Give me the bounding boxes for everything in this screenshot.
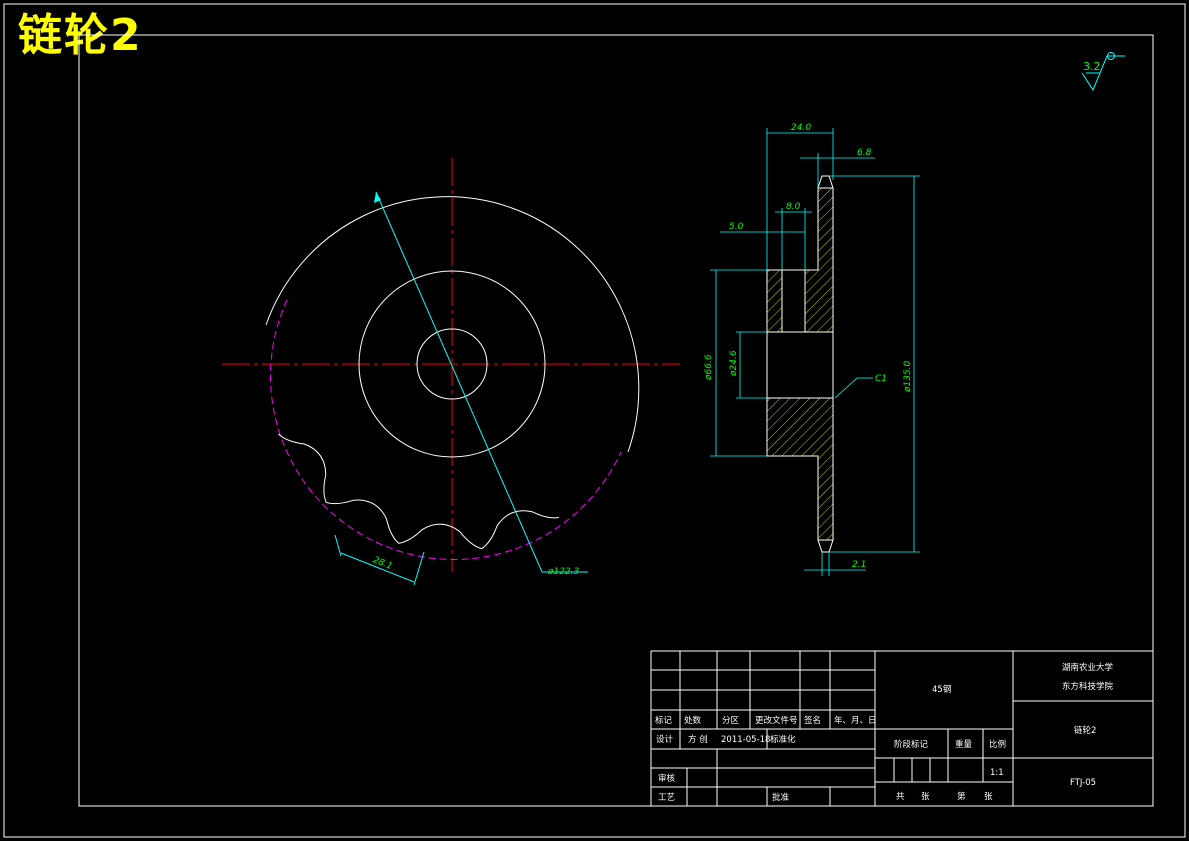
standardization-label: 标准化 <box>770 734 796 745</box>
sheet-unit-label: 张 <box>984 792 993 802</box>
hatch-hub-upper <box>767 270 782 332</box>
design-date: 2011-05-18 <box>721 735 770 745</box>
dim-hub-diameter-label: ø66.6 <box>704 354 714 381</box>
diameter-label: ø122.3 <box>547 567 580 577</box>
revision-col-label: 处数 <box>684 715 702 726</box>
school-line2: 东方科技学院 <box>1062 681 1114 692</box>
section-view: 24.0 6.8 8.0 5.0 ø66.6 ø24.6 ø135.0 C1 2… <box>704 123 920 576</box>
design-label: 设计 <box>656 734 674 745</box>
dim-chamfer: C1 <box>834 374 887 399</box>
dim-offset-label: 5.0 <box>729 222 744 232</box>
dim-tooth-width-label: 6.8 <box>857 148 872 158</box>
title-block-row-labels: 标记 处数 分区 更改文件号 签名 年、月、日 <box>655 715 877 726</box>
hatch-hub-lower <box>767 398 833 456</box>
part-name: 链轮2 <box>1074 725 1096 736</box>
drawing-number: FTJ-05 <box>1070 778 1096 788</box>
review-label: 审核 <box>658 773 676 784</box>
hatch-web-upper <box>805 188 833 332</box>
outer-sheet-border <box>3 3 1186 838</box>
pitch-dimension: 28.1 <box>334 534 425 586</box>
total-label: 共 <box>896 792 905 802</box>
school-line1: 湖南农业大学 <box>1062 662 1114 673</box>
cad-drawing: 3.2 ø122.3 28.1 24.0 6.8 8.0 5.0 ø66.6 ø… <box>3 3 1186 838</box>
front-view: ø122.3 28.1 <box>222 158 680 586</box>
dim-outer-diameter-label: ø135.0 <box>903 360 913 393</box>
diameter-dimension: ø122.3 <box>374 191 588 577</box>
revision-col-label: 签名 <box>804 715 821 726</box>
hatch-web-lower <box>818 456 833 540</box>
dim-chamfer-label: C1 <box>875 374 887 384</box>
dim-bore-diameter-label: ø24.6 <box>729 350 739 377</box>
roughness-symbol: 3.2 <box>1081 52 1125 92</box>
process-label: 工艺 <box>658 793 675 803</box>
dim-hub-step: 8.0 <box>775 202 812 270</box>
dim-tip-label: 2.1 <box>852 560 866 570</box>
scale-value: 1:1 <box>990 768 1004 778</box>
revision-col-label: 年、月、日 <box>834 715 877 726</box>
dim-tip: 2.1 <box>804 552 866 576</box>
revision-col-label: 更改文件号 <box>755 715 798 726</box>
material-label: 45钢 <box>932 684 951 695</box>
sheets-label: 张 <box>921 792 930 802</box>
weight-label: 重量 <box>955 739 973 750</box>
dim-tooth-width: 6.8 <box>800 148 875 188</box>
revision-col-label: 标记 <box>655 715 673 726</box>
pitch-circle <box>270 299 622 560</box>
dim-hub-step-label: 8.0 <box>786 202 801 212</box>
dim-offset: 5.0 <box>720 222 805 233</box>
roughness-value: 3.2 <box>1083 60 1101 73</box>
dim-width-label: 24.0 <box>791 123 811 133</box>
approve-label: 批准 <box>772 792 790 803</box>
scale-label: 比例 <box>989 739 1006 750</box>
stage-mark-label: 阶段标记 <box>894 739 929 750</box>
sheet-no-label: 第 <box>957 791 966 802</box>
revision-col-label: 分区 <box>722 716 740 726</box>
dim-outer-diameter: ø135.0 <box>829 175 920 553</box>
inner-frame <box>78 34 1154 807</box>
designer: 方 创 <box>688 734 708 745</box>
dim-bore-diameter: ø24.6 <box>729 331 767 399</box>
